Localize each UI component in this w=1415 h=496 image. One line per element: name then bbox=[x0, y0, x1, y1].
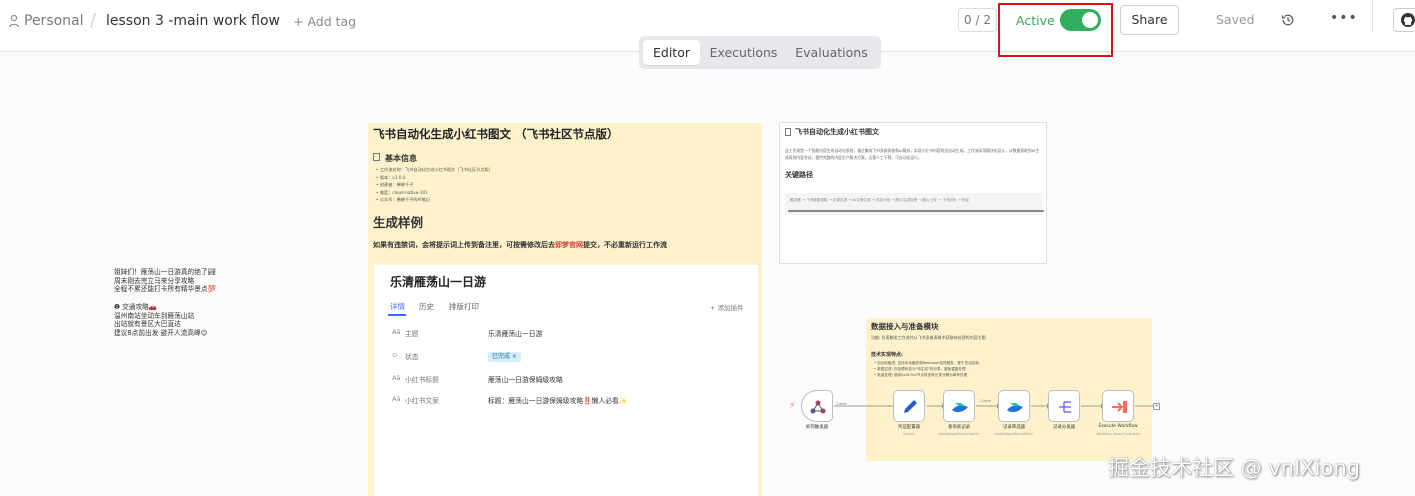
add-node-handle[interactable]: + bbox=[1153, 403, 1160, 410]
node-connections bbox=[834, 403, 1153, 409]
item-count-label: 1 item bbox=[980, 399, 991, 403]
node-execute-workflow[interactable] bbox=[1102, 390, 1134, 422]
execute-workflow-icon bbox=[1112, 401, 1127, 413]
watermark: 掘金技术社区 @ vnIXiong bbox=[1108, 456, 1360, 480]
node-feishu-filter[interactable] bbox=[998, 390, 1030, 422]
split-icon bbox=[1059, 401, 1071, 413]
webhook-icon bbox=[810, 400, 826, 414]
feishu-icon bbox=[1007, 403, 1023, 413]
node-sublabel: bitableAppsRecordFilter bbox=[995, 432, 1033, 436]
node-trigger[interactable] bbox=[801, 390, 833, 422]
node-sublabel: Workflow: lesson3-sub-flow bbox=[1096, 432, 1140, 436]
node-label: Execute Workflow bbox=[1098, 424, 1138, 429]
node-label: 如何触发器 bbox=[806, 425, 828, 430]
item-count-label: 1 item bbox=[836, 402, 847, 406]
trigger-bolt-icon: ⚡ bbox=[789, 401, 796, 411]
node-split[interactable] bbox=[1048, 390, 1080, 422]
pencil-icon bbox=[904, 400, 917, 413]
feishu-icon bbox=[952, 403, 968, 413]
node-config[interactable] bbox=[893, 390, 925, 422]
node-feishu-read[interactable] bbox=[943, 390, 975, 422]
